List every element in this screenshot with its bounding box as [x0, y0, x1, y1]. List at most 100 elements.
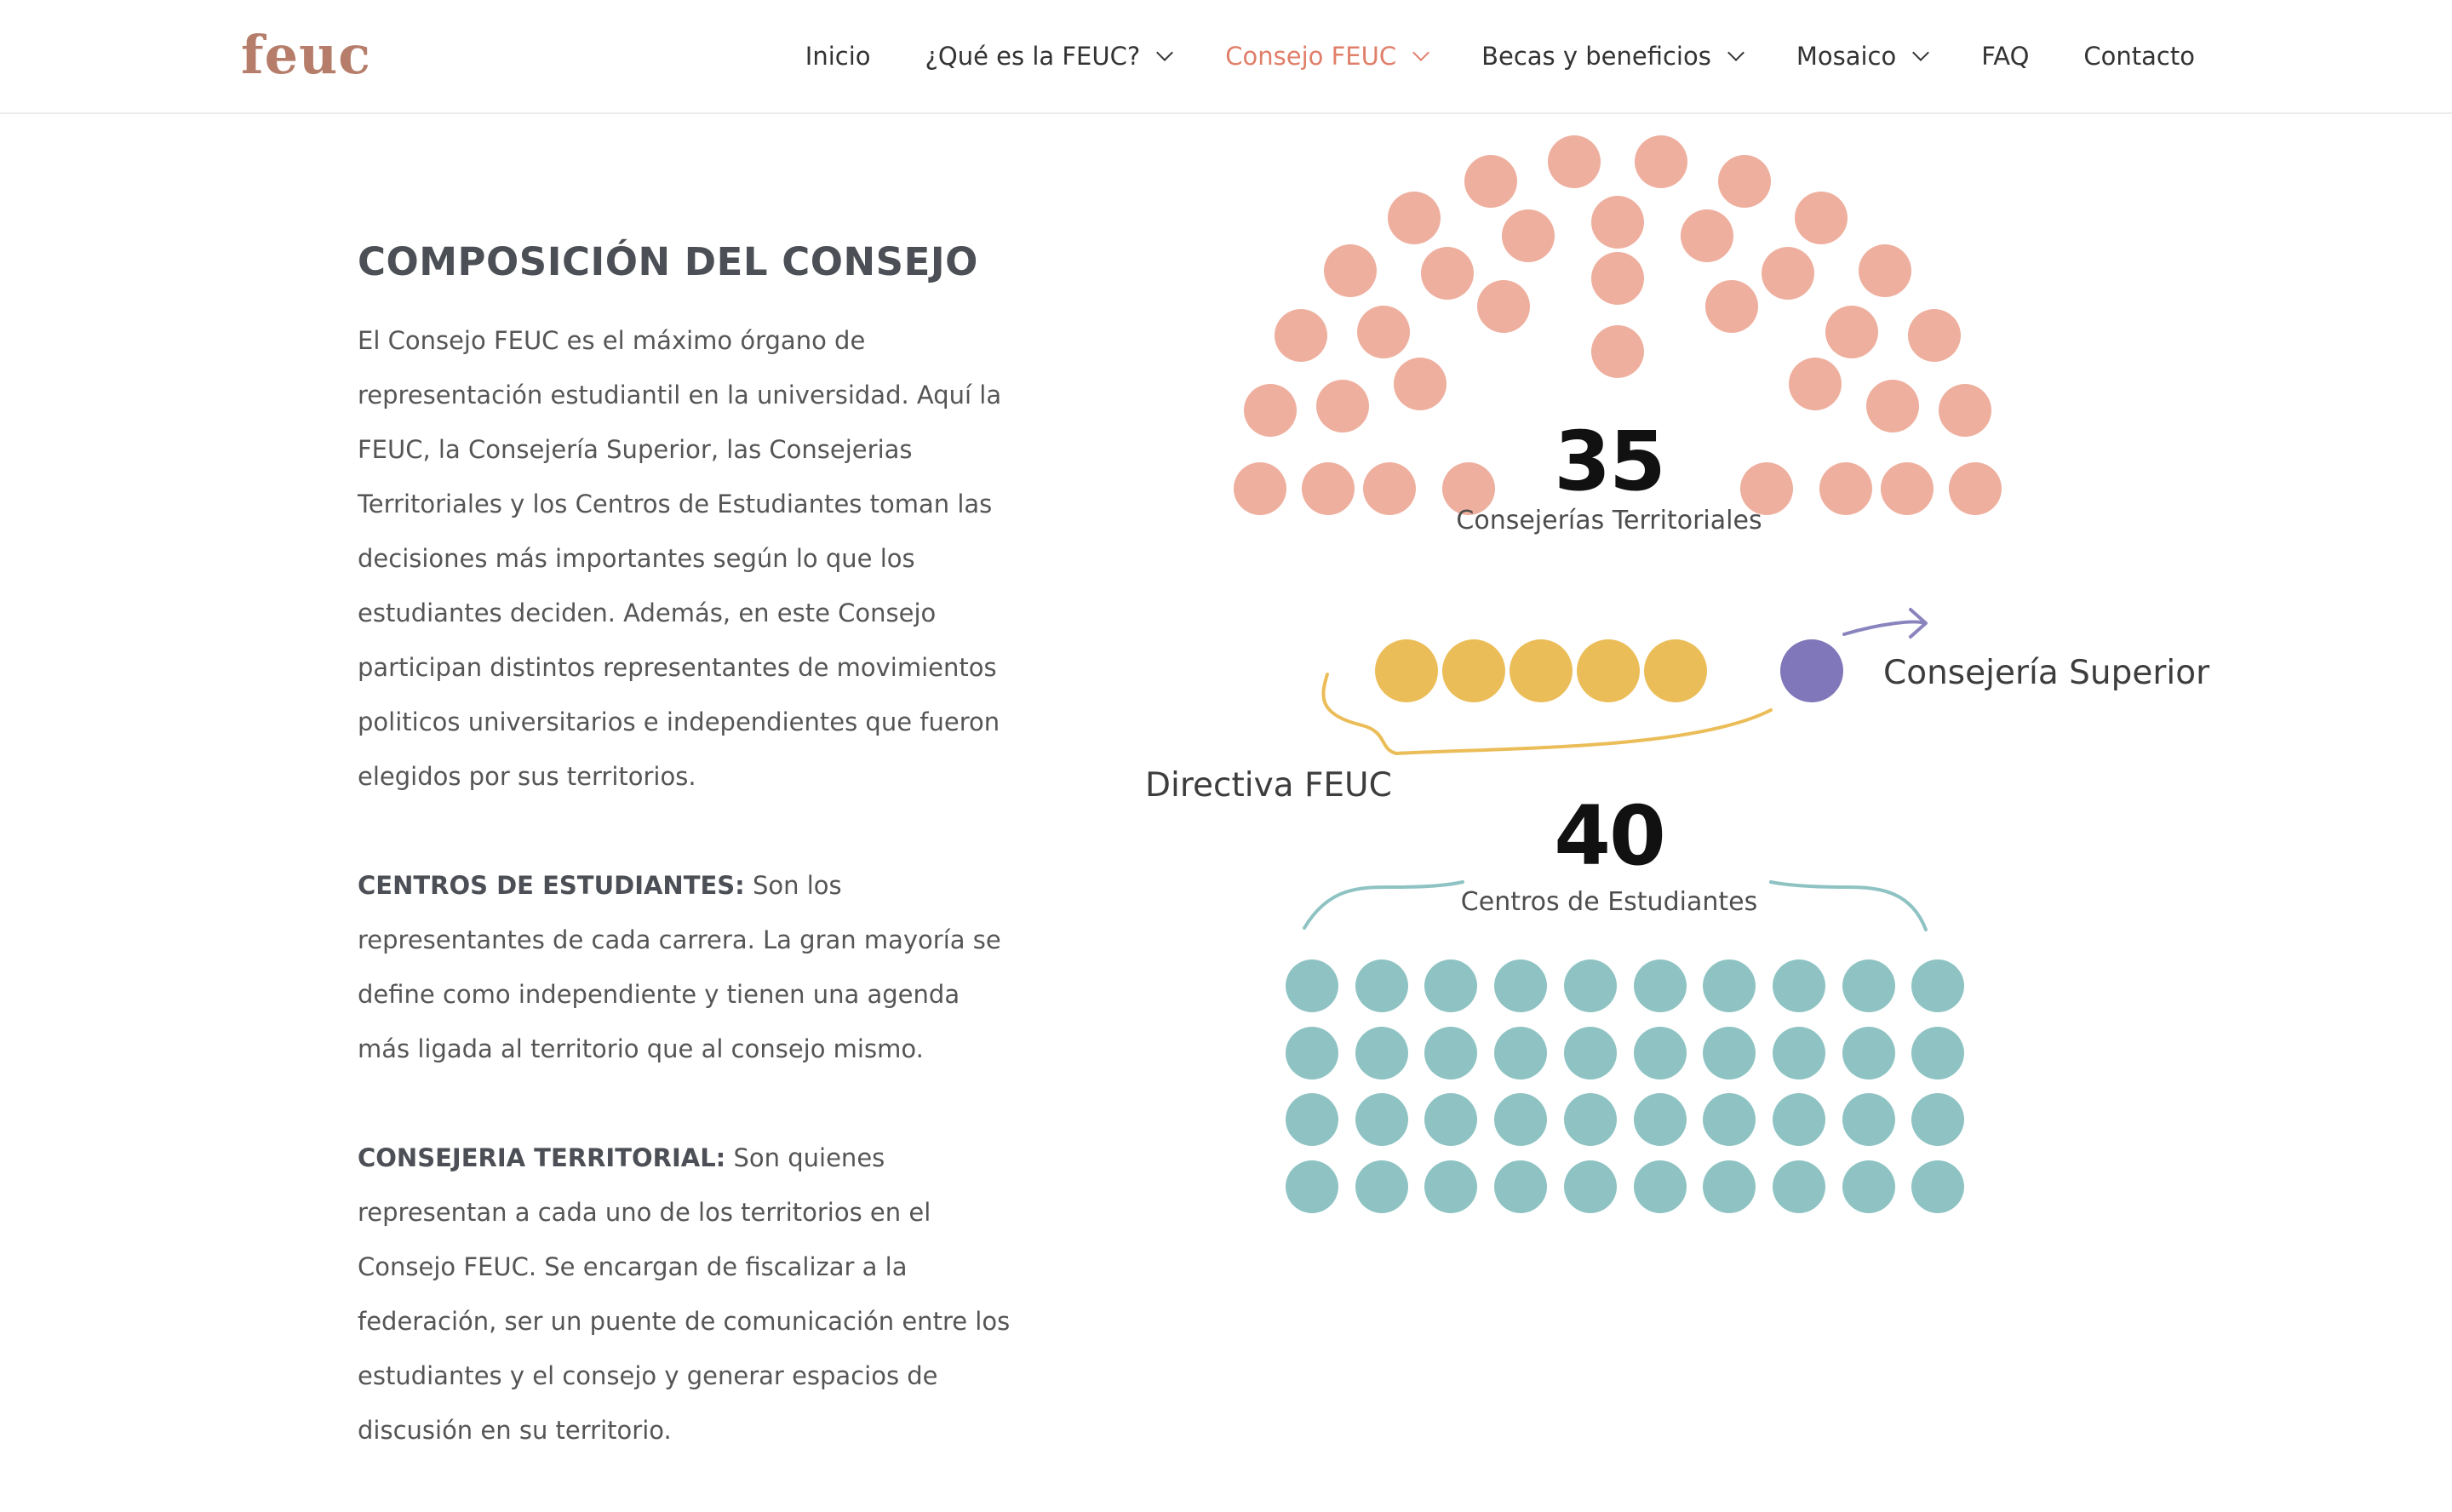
- centro-seat: [1772, 1160, 1825, 1213]
- chevron-down-icon: [1727, 44, 1744, 61]
- centros-label: Centros de Estudiantes: [1460, 887, 1758, 917]
- territorial-seat: [1302, 462, 1355, 515]
- centro-seat: [1286, 959, 1338, 1012]
- centro-seat: [1772, 1093, 1825, 1146]
- nav-label: Contacto: [2083, 42, 2195, 71]
- territorial-seat: [1356, 306, 1410, 359]
- centros-heading: CENTROS DE ESTUDIANTES:: [358, 871, 745, 900]
- directiva-seat: [1510, 639, 1573, 702]
- territorial-seat: [1393, 357, 1447, 410]
- directiva-seat: [1375, 639, 1438, 702]
- directiva-seat: [1644, 639, 1707, 702]
- nav-label: Becas y beneficios: [1481, 42, 1711, 71]
- nav-label: Mosaico: [1796, 42, 1897, 71]
- centros-bracket-left: [1303, 880, 1464, 930]
- territoriales-count: 35: [1554, 414, 1666, 509]
- nav-label: Inicio: [805, 42, 871, 71]
- territorial-seat: [1363, 462, 1416, 515]
- territorial-seat: [1859, 243, 1912, 297]
- centro-seat: [1911, 959, 1965, 1012]
- site-header: feuc Inicio ¿Qué es la FEUC? Consejo FEU…: [0, 0, 2452, 114]
- territoriales-label: Consejerías Territoriales: [1456, 506, 1762, 536]
- centro-seat: [1494, 959, 1548, 1012]
- directiva-seat: [1577, 639, 1640, 702]
- territorial-seat: [1421, 246, 1475, 300]
- territorial-seat: [1949, 462, 2002, 515]
- main-nav: Inicio ¿Qué es la FEUC? Consejo FEUC Bec…: [751, 0, 2195, 112]
- centro-seat: [1355, 1026, 1408, 1080]
- centro-seat: [1286, 1093, 1338, 1146]
- page-title: COMPOSICIÓN DEL CONSEJO: [358, 239, 978, 284]
- territorial-seat: [1234, 462, 1286, 515]
- centro-seat: [1424, 1160, 1478, 1213]
- territorial-seat: [1464, 154, 1518, 208]
- directiva-seat: [1442, 639, 1505, 702]
- centro-seat: [1911, 1160, 1965, 1213]
- territorial-seat: [1323, 243, 1377, 297]
- centros-count: 40: [1554, 788, 1666, 884]
- centro-seat: [1703, 959, 1756, 1012]
- centro-seat: [1563, 1026, 1617, 1080]
- centro-seat: [1563, 959, 1617, 1012]
- intro-paragraph: El Consejo FEUC es el máximo órgano de r…: [358, 326, 1002, 791]
- centro-seat: [1355, 959, 1408, 1012]
- centro-seat: [1703, 1160, 1756, 1213]
- chevron-down-icon: [1412, 44, 1429, 61]
- nav-item-contacto[interactable]: Contacto: [2083, 42, 2195, 71]
- centro-seat: [1286, 1026, 1338, 1080]
- territorial-seat: [1717, 154, 1771, 208]
- centro-seat: [1494, 1026, 1548, 1080]
- centro-seat: [1772, 959, 1825, 1012]
- centro-seat: [1842, 1026, 1895, 1080]
- centros-bracket-right: [1769, 880, 1928, 931]
- nav-item-que-es-feuc[interactable]: ¿Qué es la FEUC?: [925, 42, 1174, 71]
- territorial-seat: [1634, 135, 1687, 189]
- territorial-seat: [1881, 462, 1934, 515]
- content-column: COMPOSICIÓN DEL CONSEJO El Consejo FEUC …: [358, 230, 1017, 1512]
- nav-item-inicio[interactable]: Inicio: [805, 42, 871, 71]
- chevron-down-icon: [1912, 44, 1930, 61]
- nav-item-mosaico[interactable]: Mosaico: [1796, 42, 1930, 71]
- superior-label: Consejería Superior: [1883, 654, 2210, 692]
- centro-seat: [1424, 1093, 1478, 1146]
- territorial-seat: [1501, 209, 1555, 262]
- centros-paragraph: CENTROS DE ESTUDIANTES: Son los represen…: [358, 858, 1017, 1076]
- nav-item-consejo-feuc[interactable]: Consejo FEUC: [1225, 42, 1429, 71]
- nav-label: Consejo FEUC: [1225, 42, 1397, 71]
- nav-label: ¿Qué es la FEUC?: [925, 42, 1141, 71]
- centro-seat: [1355, 1160, 1408, 1213]
- centro-seat: [1633, 1093, 1687, 1146]
- territorial-seat: [1938, 383, 1991, 437]
- territorial-seat: [1907, 309, 1961, 363]
- centro-seat: [1703, 1093, 1756, 1146]
- council-infographic: 35 Consejerías Territoriales Consejería …: [1107, 135, 2265, 1260]
- territorial-text: Son quienes representan a cada uno de lo…: [358, 1143, 1011, 1445]
- centro-seat: [1563, 1093, 1617, 1146]
- territorial-seat: [1825, 306, 1879, 359]
- territorial-paragraph: CONSEJERIA TERRITORIAL: Son quienes repr…: [358, 1131, 1017, 1458]
- territorial-seat: [1591, 196, 1644, 249]
- feuc-logo[interactable]: feuc: [241, 20, 371, 90]
- territorial-seat: [1388, 191, 1441, 244]
- nav-item-becas-beneficios[interactable]: Becas y beneficios: [1481, 42, 1744, 71]
- chevron-down-icon: [1156, 44, 1174, 61]
- territorial-seat: [1789, 357, 1842, 410]
- territorial-seat: [1591, 252, 1644, 306]
- centro-seat: [1494, 1160, 1548, 1213]
- directiva-label: Directiva FEUC: [1145, 766, 1392, 805]
- centro-seat: [1842, 1093, 1895, 1146]
- territorial-seat: [1591, 325, 1644, 378]
- centro-seat: [1424, 959, 1478, 1012]
- centro-seat: [1633, 1160, 1687, 1213]
- centro-seat: [1911, 1093, 1965, 1146]
- centro-seat: [1633, 1026, 1687, 1080]
- centro-seat: [1494, 1093, 1548, 1146]
- centro-seat: [1633, 959, 1687, 1012]
- centro-seat: [1355, 1093, 1408, 1146]
- territorial-heading: CONSEJERIA TERRITORIAL:: [358, 1143, 726, 1172]
- centro-seat: [1703, 1026, 1756, 1080]
- centro-seat: [1772, 1026, 1825, 1080]
- nav-item-faq[interactable]: FAQ: [1981, 42, 2029, 71]
- territorial-seat: [1819, 462, 1872, 515]
- centro-seat: [1424, 1026, 1478, 1080]
